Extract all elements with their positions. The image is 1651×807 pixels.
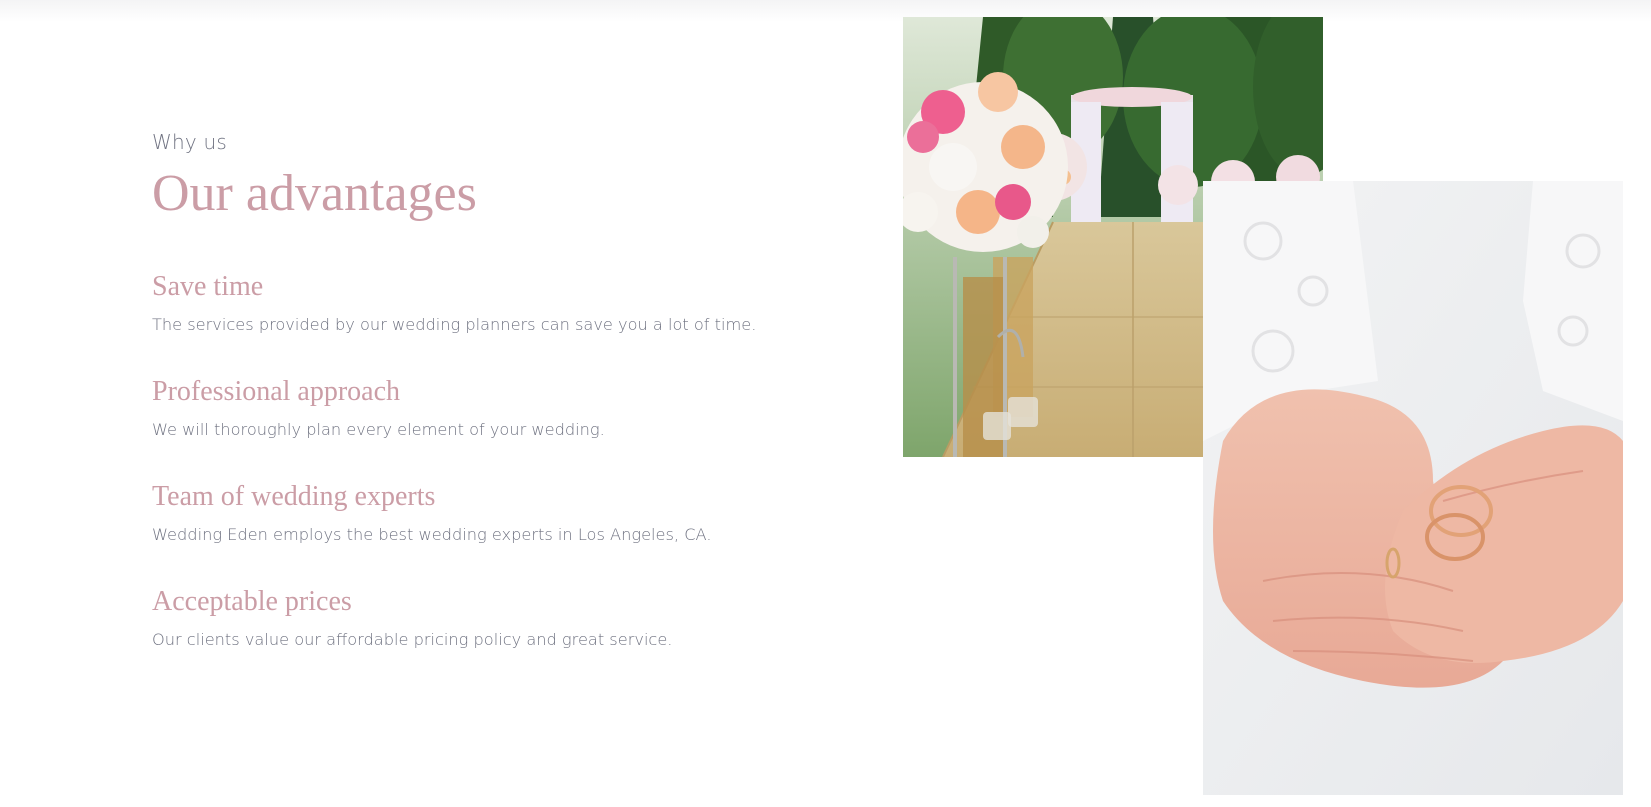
advantage-item-acceptable-prices: Acceptable prices Our clients value our …	[152, 585, 872, 651]
advantages-list: Save time The services provided by our w…	[152, 270, 872, 651]
section-title: Our advantages	[152, 165, 477, 222]
advantage-item-team-of-experts: Team of wedding experts Wedding Eden emp…	[152, 480, 872, 546]
hands-with-rings-photo	[1203, 181, 1623, 795]
advantage-item-save-time: Save time The services provided by our w…	[152, 270, 872, 336]
advantages-section: Why us Our advantages Save time The serv…	[152, 130, 872, 690]
advantage-title: Team of wedding experts	[152, 481, 436, 512]
advantage-title: Save time	[152, 271, 264, 302]
advantage-text: The services provided by our wedding pla…	[152, 315, 757, 334]
section-eyebrow: Why us	[152, 130, 227, 154]
advantage-title: Acceptable prices	[152, 586, 352, 617]
header-shadow	[0, 0, 1651, 22]
advantage-title: Professional approach	[152, 376, 401, 407]
advantage-text: Our clients value our affordable pricing…	[152, 630, 673, 649]
advantage-text: We will thoroughly plan every element of…	[152, 420, 605, 439]
advantage-item-professional-approach: Professional approach We will thoroughly…	[152, 375, 872, 441]
advantage-text: Wedding Eden employs the best wedding ex…	[152, 525, 712, 544]
